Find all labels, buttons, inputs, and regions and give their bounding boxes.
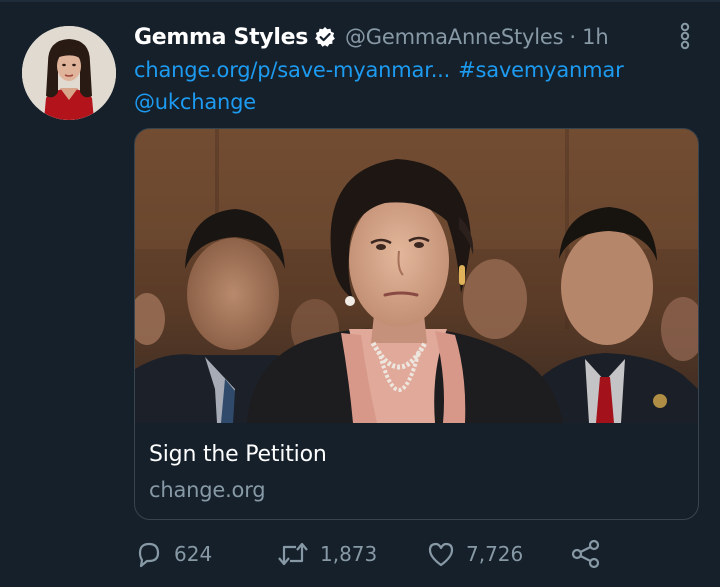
share-icon — [570, 539, 602, 569]
share-button[interactable] — [570, 536, 602, 572]
like-count: 7,726 — [466, 542, 524, 566]
separator: · — [569, 25, 577, 49]
reply-button[interactable]: 624 — [134, 536, 212, 572]
heart-icon — [426, 539, 456, 569]
verified-badge-icon — [314, 26, 336, 48]
card-domain: change.org — [149, 478, 266, 502]
reply-icon — [134, 539, 164, 569]
hashtag-link[interactable]: #savemyanmar — [458, 58, 624, 82]
user-handle[interactable]: @GemmaAnneStyles — [345, 25, 564, 49]
avatar[interactable] — [22, 26, 116, 120]
like-button[interactable]: 7,726 — [426, 536, 523, 572]
card-image[interactable] — [135, 129, 698, 423]
mention-link[interactable]: @ukchange — [134, 90, 256, 114]
card-title: Sign the Petition — [149, 442, 327, 467]
tweet-actions: 624 1,873 7,726 — [134, 536, 614, 572]
retweet-button[interactable]: 1,873 — [276, 536, 377, 572]
retweet-icon — [276, 539, 310, 569]
display-name[interactable]: Gemma Styles — [134, 25, 308, 50]
tweet-text: change.org/p/save-myanmar... #savemyanmar… — [134, 54, 694, 118]
reply-count: 624 — [174, 542, 213, 566]
timestamp[interactable]: 1h — [582, 25, 609, 49]
tweet[interactable]: Gemma Styles @GemmaAnneStyles · 1h chang… — [0, 0, 720, 587]
more-vertical-icon[interactable] — [676, 22, 694, 50]
petition-link[interactable]: change.org/p/save-myanmar... — [134, 58, 450, 82]
link-card[interactable]: Sign the Petition change.org — [134, 128, 699, 520]
tweet-header: Gemma Styles @GemmaAnneStyles · 1h — [134, 20, 609, 54]
retweet-count: 1,873 — [320, 542, 378, 566]
